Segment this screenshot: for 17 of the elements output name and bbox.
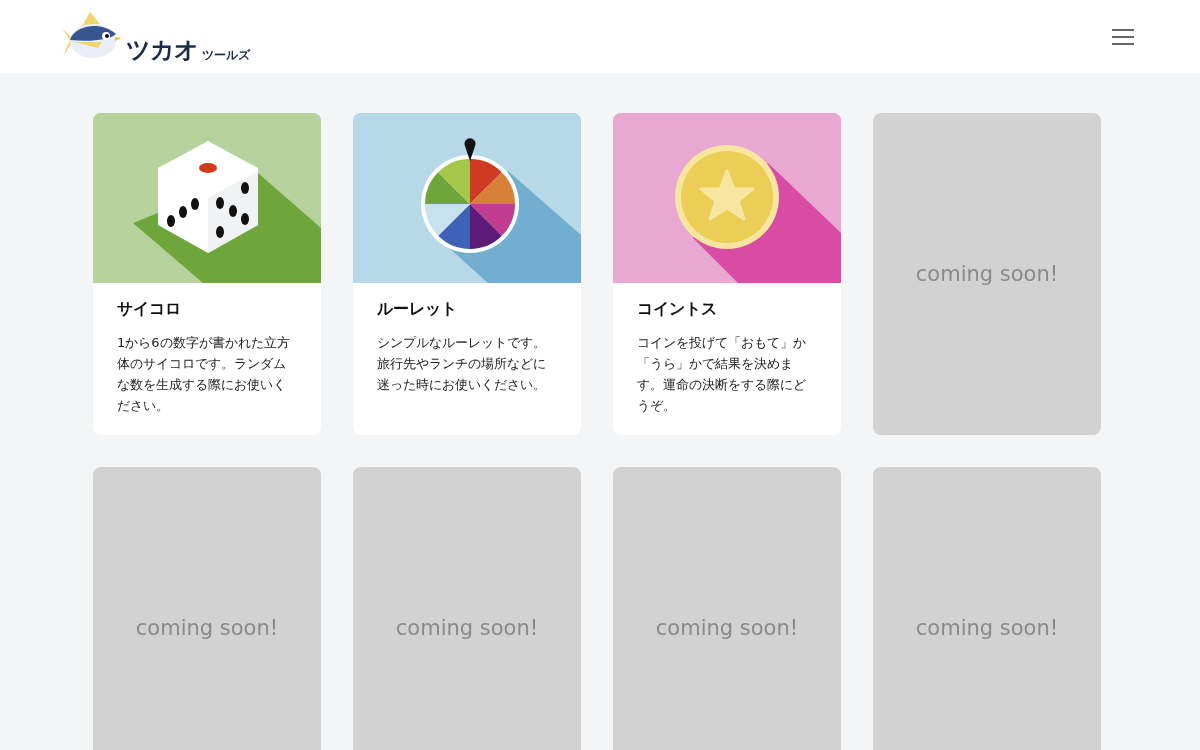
card-title: コイントス — [637, 299, 718, 320]
card-description: コインを投げて「おもて」か「うら」かで結果を決めます。運命の決断をする際にどうぞ。 — [637, 334, 807, 415]
coming-soon-label: coming soon! — [915, 616, 1059, 640]
card-title: ルーレット — [377, 299, 458, 320]
tool-card[interactable]: サイコロ 1から6の数字が書かれた立方体のサイコロです。ランダムな数を生成する際にお使いください。 — [93, 113, 321, 435]
logo-subtext[interactable]: ツールズ — [202, 48, 250, 62]
card-description: シンプルなルーレットです。旅行先やランチの場所などに迷った時にお使いください。 — [377, 334, 547, 394]
coming-soon-label: coming soon! — [655, 616, 799, 640]
coming-soon-label: coming soon! — [915, 262, 1059, 286]
tool-card[interactable]: ルーレット シンプルなルーレットです。旅行先やランチの場所などに迷った時にお使いください。 — [353, 113, 581, 435]
logo-text[interactable]: ツカオ — [126, 37, 198, 62]
card-description: 1から6の数字が書かれた立方体のサイコロです。ランダムな数を生成する際にお使いください。 — [117, 334, 291, 415]
tool-card[interactable]: コイントス コインを投げて「おもて」か「うら」かで結果を決めます。運命の決断をする際にどうぞ。 — [613, 113, 841, 435]
card-title: サイコロ — [117, 299, 182, 320]
coming-soon-label: coming soon! — [135, 616, 279, 640]
coming-soon-label: coming soon! — [395, 616, 539, 640]
menu-button[interactable] — [1112, 28, 1134, 45]
